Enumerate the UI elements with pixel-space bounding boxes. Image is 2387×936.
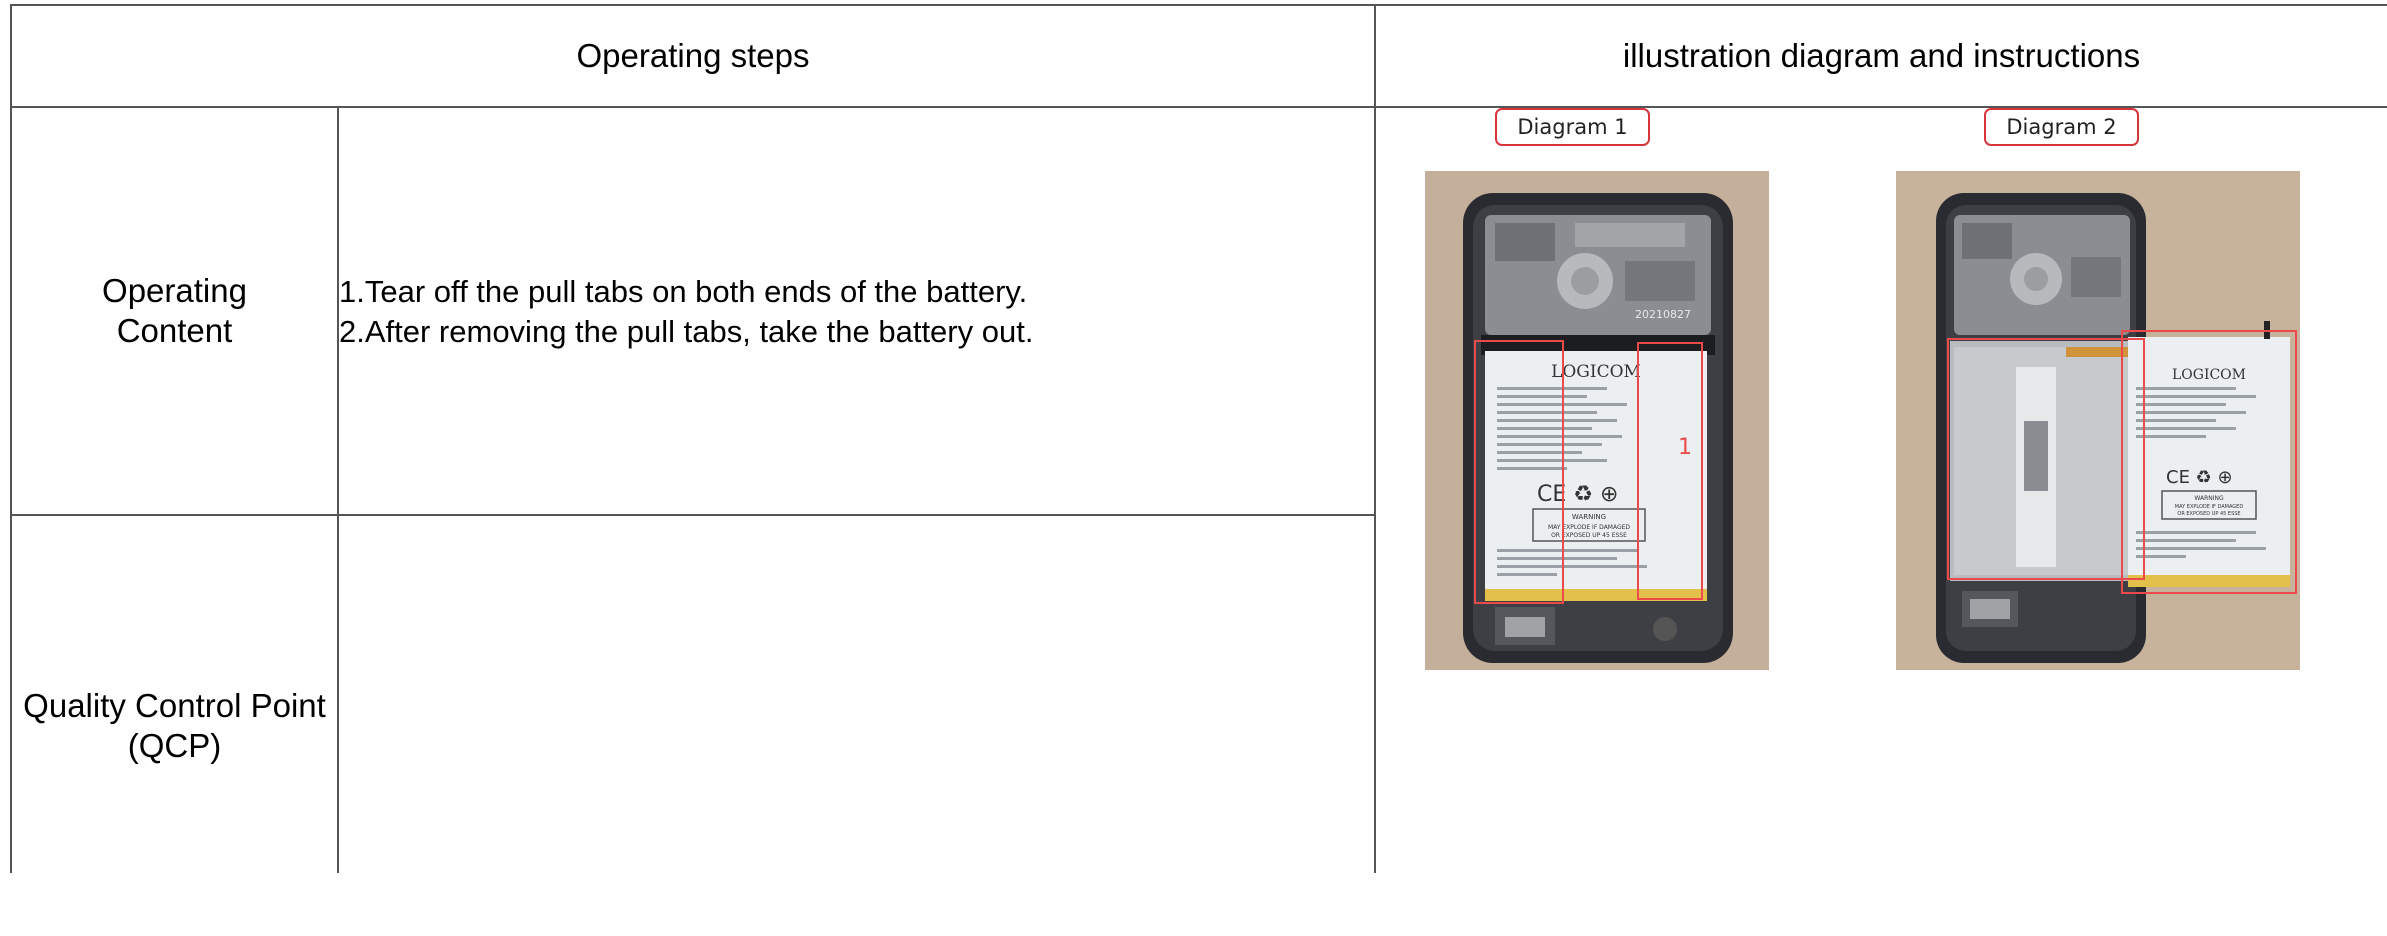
operating-content-step-1: 1.Tear off the pull tabs on both ends of…: [339, 274, 1028, 309]
header-illustration: illustration diagram and instructions: [1376, 6, 2387, 106]
diagram-1-battery-brand: LOGICOM: [1551, 362, 1641, 382]
diagram-2-label-text: Diagram 2: [2006, 115, 2117, 139]
diagram-2-battery-brand: LOGICOM: [2172, 367, 2246, 383]
svg-text:CE ♻ ⊕: CE ♻ ⊕: [1537, 482, 1618, 507]
diagram-1-date-code: 20210827: [1635, 308, 1691, 321]
diagram-2-photo: LOGICOM CE ♻ ⊕ WARNING MAY EXPLODE IF DA…: [1896, 171, 2300, 670]
diagram-1-label-text: Diagram 1: [1517, 115, 1628, 139]
operating-instruction-sheet: Operating steps illustration diagram and…: [0, 0, 2387, 873]
diagram-2-label: Diagram 2: [1984, 108, 2139, 146]
diagram-1-warning-line-1: MAY EXPLODE IF DAMAGED: [1548, 524, 1630, 531]
column-divider-label: [337, 106, 339, 873]
column-divider-main: [1374, 4, 1376, 873]
row-label-qcp-text: Quality Control Point (QCP): [23, 687, 326, 764]
operating-content-step-2: 2.After removing the pull tabs, take the…: [339, 314, 1034, 349]
diagram-1-photo: 20210827 LOGICOM CE ♻ ⊕ WARNING MAY EXPL…: [1425, 171, 1769, 670]
header-operating-steps: Operating steps: [12, 6, 1374, 106]
row-label-qcp: Quality Control Point (QCP): [12, 516, 337, 936]
diagram-2-warning-title: WARNING: [2194, 495, 2224, 502]
diagram-1-label: Diagram 1: [1495, 108, 1650, 146]
row-label-operating-content-text: Operating Content: [102, 272, 247, 349]
header-operating-steps-text: Operating steps: [576, 37, 810, 74]
diagram-1-marker: 1: [1678, 435, 1692, 460]
diagram-2-warning-line-1: MAY EXPLODE IF DAMAGED: [2175, 504, 2244, 510]
diagram-2-warning-line-2: OR EXPOSED UP 45 ESSE: [2177, 511, 2240, 517]
diagram-1-warning-title: WARNING: [1572, 513, 1606, 521]
svg-text:CE ♻ ⊕: CE ♻ ⊕: [2166, 467, 2233, 488]
row-label-operating-content: Operating Content: [12, 108, 337, 514]
header-illustration-text: illustration diagram and instructions: [1622, 37, 2141, 74]
